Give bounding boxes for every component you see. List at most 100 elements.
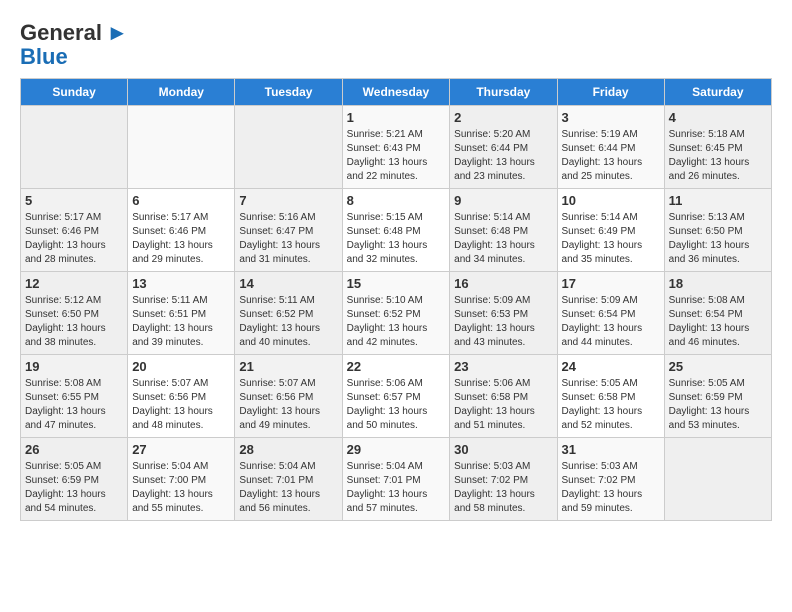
- calendar-cell: [128, 106, 235, 189]
- calendar-cell: 22 Sunrise: 5:06 AM Sunset: 6:57 PM Dayli…: [342, 355, 450, 438]
- day-info: Sunrise: 5:20 AM Sunset: 6:44 PM Dayligh…: [454, 128, 552, 184]
- day-number: 13: [132, 276, 230, 291]
- calendar-cell: 6 Sunrise: 5:17 AM Sunset: 6:46 PM Daylig…: [128, 189, 235, 272]
- day-number: 18: [669, 276, 767, 291]
- day-info: Sunrise: 5:16 AM Sunset: 6:47 PM Dayligh…: [239, 211, 337, 267]
- logo-general-text: General: [20, 20, 102, 45]
- day-number: 22: [347, 359, 446, 374]
- calendar-cell: 5 Sunrise: 5:17 AM Sunset: 6:46 PM Daylig…: [21, 189, 128, 272]
- calendar-cell: 14 Sunrise: 5:11 AM Sunset: 6:52 PM Dayli…: [235, 272, 342, 355]
- day-number: 31: [562, 442, 660, 457]
- calendar-cell: 3Sunrise: 5:19 AM Sunset: 6:44 PM Daylig…: [557, 106, 664, 189]
- day-number: 24: [562, 359, 660, 374]
- calendar-cell: 30 Sunrise: 5:03 AM Sunset: 7:02 PM Dayli…: [450, 438, 557, 521]
- day-info: Sunrise: 5:03 AM Sunset: 7:02 PM Dayligh…: [562, 460, 660, 516]
- logo: General ► Blue: [20, 20, 128, 68]
- calendar-cell: [235, 106, 342, 189]
- day-info: Sunrise: 5:06 AM Sunset: 6:58 PM Dayligh…: [454, 377, 552, 433]
- day-info: Sunrise: 5:05 AM Sunset: 6:58 PM Dayligh…: [562, 377, 660, 433]
- day-number: 5: [25, 193, 123, 208]
- day-number: 1: [347, 110, 446, 125]
- logo-bird-icon: ►: [106, 20, 128, 45]
- day-info: Sunrise: 5:13 AM Sunset: 6:50 PM Dayligh…: [669, 211, 767, 267]
- day-number: 12: [25, 276, 123, 291]
- day-number: 14: [239, 276, 337, 291]
- calendar-cell: 4 Sunrise: 5:18 AM Sunset: 6:45 PM Daylig…: [664, 106, 771, 189]
- day-info: Sunrise: 5:06 AM Sunset: 6:57 PM Dayligh…: [347, 377, 446, 433]
- day-number: 19: [25, 359, 123, 374]
- day-info: Sunrise: 5:05 AM Sunset: 6:59 PM Dayligh…: [25, 460, 123, 516]
- day-info: Sunrise: 5:04 AM Sunset: 7:01 PM Dayligh…: [239, 460, 337, 516]
- day-number: 6: [132, 193, 230, 208]
- day-info: Sunrise: 5:03 AM Sunset: 7:02 PM Dayligh…: [454, 460, 552, 516]
- calendar-cell: 23 Sunrise: 5:06 AM Sunset: 6:58 PM Dayli…: [450, 355, 557, 438]
- calendar-cell: 10 Sunrise: 5:14 AM Sunset: 6:49 PM Dayli…: [557, 189, 664, 272]
- day-number: 28: [239, 442, 337, 457]
- calendar-week-row: 26 Sunrise: 5:05 AM Sunset: 6:59 PM Dayli…: [21, 438, 772, 521]
- calendar-week-row: 19Sunrise: 5:08 AM Sunset: 6:55 PM Dayli…: [21, 355, 772, 438]
- day-info: Sunrise: 5:14 AM Sunset: 6:49 PM Dayligh…: [562, 211, 660, 267]
- calendar-cell: 26 Sunrise: 5:05 AM Sunset: 6:59 PM Dayli…: [21, 438, 128, 521]
- day-number: 17: [562, 276, 660, 291]
- day-number: 20: [132, 359, 230, 374]
- calendar-header-row: SundayMondayTuesdayWednesdayThursdayFrid…: [21, 79, 772, 106]
- day-number: 10: [562, 193, 660, 208]
- calendar-cell: 31 Sunrise: 5:03 AM Sunset: 7:02 PM Dayli…: [557, 438, 664, 521]
- day-info: Sunrise: 5:14 AM Sunset: 6:48 PM Dayligh…: [454, 211, 552, 267]
- calendar-day-header: Friday: [557, 79, 664, 106]
- day-info: Sunrise: 5:04 AM Sunset: 7:01 PM Dayligh…: [347, 460, 446, 516]
- day-number: 8: [347, 193, 446, 208]
- calendar-day-header: Wednesday: [342, 79, 450, 106]
- day-number: 30: [454, 442, 552, 457]
- day-info: Sunrise: 5:07 AM Sunset: 6:56 PM Dayligh…: [239, 377, 337, 433]
- day-info: Sunrise: 5:21 AM Sunset: 6:43 PM Dayligh…: [347, 128, 446, 184]
- calendar-cell: 16Sunrise: 5:09 AM Sunset: 6:53 PM Dayli…: [450, 272, 557, 355]
- day-info: Sunrise: 5:08 AM Sunset: 6:54 PM Dayligh…: [669, 294, 767, 350]
- calendar-cell: 21 Sunrise: 5:07 AM Sunset: 6:56 PM Dayli…: [235, 355, 342, 438]
- calendar-cell: 17 Sunrise: 5:09 AM Sunset: 6:54 PM Dayli…: [557, 272, 664, 355]
- calendar-cell: 2Sunrise: 5:20 AM Sunset: 6:44 PM Daylig…: [450, 106, 557, 189]
- calendar-day-header: Sunday: [21, 79, 128, 106]
- calendar-cell: 12Sunrise: 5:12 AM Sunset: 6:50 PM Dayli…: [21, 272, 128, 355]
- page-header: General ► Blue: [20, 20, 772, 68]
- day-number: 21: [239, 359, 337, 374]
- calendar-cell: 11 Sunrise: 5:13 AM Sunset: 6:50 PM Dayli…: [664, 189, 771, 272]
- day-number: 3: [562, 110, 660, 125]
- day-info: Sunrise: 5:17 AM Sunset: 6:46 PM Dayligh…: [25, 211, 123, 267]
- calendar-header: SundayMondayTuesdayWednesdayThursdayFrid…: [21, 79, 772, 106]
- day-info: Sunrise: 5:15 AM Sunset: 6:48 PM Dayligh…: [347, 211, 446, 267]
- calendar-day-header: Thursday: [450, 79, 557, 106]
- calendar-cell: 25 Sunrise: 5:05 AM Sunset: 6:59 PM Dayli…: [664, 355, 771, 438]
- day-info: Sunrise: 5:18 AM Sunset: 6:45 PM Dayligh…: [669, 128, 767, 184]
- calendar-cell: [664, 438, 771, 521]
- calendar-cell: 9 Sunrise: 5:14 AM Sunset: 6:48 PM Daylig…: [450, 189, 557, 272]
- day-number: 4: [669, 110, 767, 125]
- calendar-cell: 27 Sunrise: 5:04 AM Sunset: 7:00 PM Dayli…: [128, 438, 235, 521]
- day-info: Sunrise: 5:11 AM Sunset: 6:52 PM Dayligh…: [239, 294, 337, 350]
- day-number: 23: [454, 359, 552, 374]
- calendar-cell: 15Sunrise: 5:10 AM Sunset: 6:52 PM Dayli…: [342, 272, 450, 355]
- day-info: Sunrise: 5:10 AM Sunset: 6:52 PM Dayligh…: [347, 294, 446, 350]
- calendar-week-row: 1 Sunrise: 5:21 AM Sunset: 6:43 PM Daylig…: [21, 106, 772, 189]
- day-info: Sunrise: 5:17 AM Sunset: 6:46 PM Dayligh…: [132, 211, 230, 267]
- calendar-cell: 24 Sunrise: 5:05 AM Sunset: 6:58 PM Dayli…: [557, 355, 664, 438]
- calendar-cell: 20 Sunrise: 5:07 AM Sunset: 6:56 PM Dayli…: [128, 355, 235, 438]
- calendar-table: SundayMondayTuesdayWednesdayThursdayFrid…: [20, 78, 772, 521]
- day-info: Sunrise: 5:07 AM Sunset: 6:56 PM Dayligh…: [132, 377, 230, 433]
- day-number: 26: [25, 442, 123, 457]
- calendar-day-header: Monday: [128, 79, 235, 106]
- calendar-cell: 7Sunrise: 5:16 AM Sunset: 6:47 PM Daylig…: [235, 189, 342, 272]
- day-info: Sunrise: 5:05 AM Sunset: 6:59 PM Dayligh…: [669, 377, 767, 433]
- day-info: Sunrise: 5:09 AM Sunset: 6:54 PM Dayligh…: [562, 294, 660, 350]
- calendar-cell: 1 Sunrise: 5:21 AM Sunset: 6:43 PM Daylig…: [342, 106, 450, 189]
- calendar-week-row: 12Sunrise: 5:12 AM Sunset: 6:50 PM Dayli…: [21, 272, 772, 355]
- calendar-cell: 29Sunrise: 5:04 AM Sunset: 7:01 PM Dayli…: [342, 438, 450, 521]
- day-number: 9: [454, 193, 552, 208]
- day-info: Sunrise: 5:04 AM Sunset: 7:00 PM Dayligh…: [132, 460, 230, 516]
- day-number: 11: [669, 193, 767, 208]
- calendar-cell: [21, 106, 128, 189]
- day-number: 25: [669, 359, 767, 374]
- calendar-day-header: Tuesday: [235, 79, 342, 106]
- day-info: Sunrise: 5:11 AM Sunset: 6:51 PM Dayligh…: [132, 294, 230, 350]
- day-number: 27: [132, 442, 230, 457]
